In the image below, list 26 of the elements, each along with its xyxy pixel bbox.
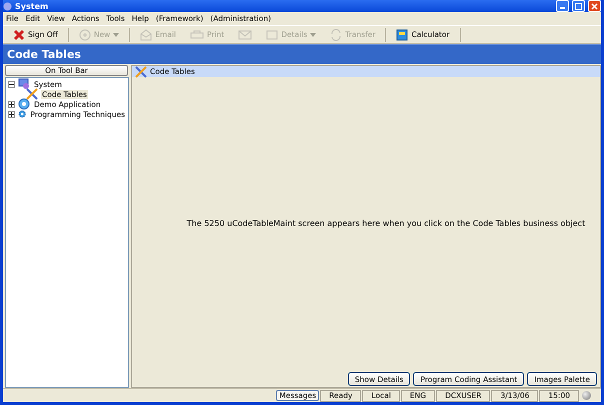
disc-icon	[18, 98, 30, 110]
close-icon	[591, 2, 598, 10]
printer-icon	[190, 30, 204, 40]
tools-icon	[26, 88, 38, 100]
expand-icon[interactable]	[8, 110, 15, 118]
envelope-icon	[140, 28, 152, 40]
gear-icon	[18, 108, 26, 120]
minimize-button[interactable]	[556, 0, 569, 12]
window-title: System	[15, 2, 50, 10]
x-icon	[13, 28, 25, 40]
window-icon	[266, 30, 278, 40]
collapse-icon[interactable]	[8, 80, 15, 88]
calculator-icon	[396, 28, 408, 40]
placeholder-message: The 5250 uCodeTableMaint screen appears here when you click on the Code Tables business object	[186, 219, 586, 228]
close-button[interactable]	[588, 0, 601, 12]
expand-icon[interactable]	[8, 100, 15, 108]
computer-icon	[18, 78, 30, 90]
app-icon	[3, 2, 12, 10]
tools-icon	[135, 66, 147, 78]
status-light-icon	[582, 391, 591, 400]
maximize-button[interactable]	[572, 0, 585, 12]
maximize-icon	[575, 2, 582, 10]
circle-icon	[78, 28, 91, 40]
envelope-icon	[238, 30, 252, 40]
arrows-icon	[330, 28, 342, 40]
page-header: Code Tables	[3, 44, 601, 64]
